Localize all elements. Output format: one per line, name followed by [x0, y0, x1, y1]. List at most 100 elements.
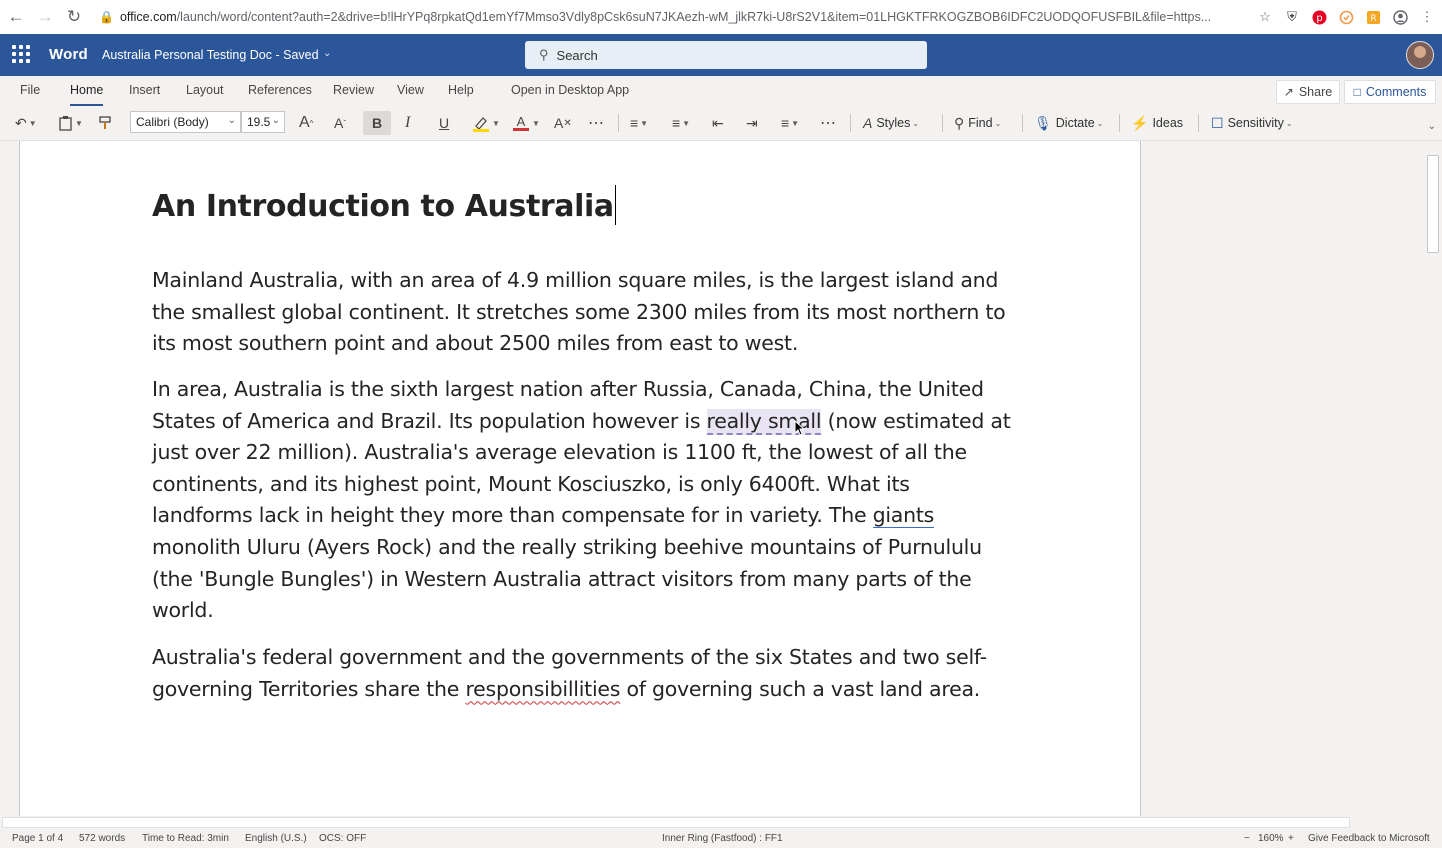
collapse-ribbon-icon[interactable]: ⌄ [1428, 121, 1436, 132]
highlighter-icon[interactable]: ▼ [472, 112, 500, 134]
find-button[interactable]: ⚲ Find ⌄ [954, 112, 1001, 134]
underline-icon[interactable]: U [439, 112, 449, 134]
chevron-down-icon[interactable]: ⌄ [323, 48, 331, 59]
app-launcher-icon[interactable] [12, 45, 30, 63]
svg-text:p: p [1316, 13, 1322, 24]
feedback-link[interactable]: Give Feedback to Microsoft [1308, 833, 1430, 844]
more-font-options-icon[interactable]: ⋯ [588, 112, 604, 134]
format-painter-icon[interactable] [98, 112, 114, 134]
chevron-down-icon: ⌄ [227, 115, 236, 126]
tab-review[interactable]: Review [333, 83, 374, 97]
decrease-indent-icon[interactable]: ⇤ [712, 112, 724, 134]
styles-button[interactable]: A Styles ⌄ [863, 112, 919, 134]
numbering-icon[interactable]: ≡ ▼ [672, 112, 690, 134]
scrollbar-thumb[interactable] [1427, 155, 1439, 253]
align-icon[interactable]: ≡ ▼ [781, 112, 799, 134]
comments-label: Comments [1365, 85, 1427, 99]
zoom-out-icon[interactable]: − [1244, 833, 1250, 844]
word-header: Word Australia Personal Testing Doc - Sa… [0, 34, 1442, 76]
avatar[interactable] [1406, 41, 1434, 69]
ring-info: Inner Ring (Fastfood) : FF1 [662, 833, 783, 844]
vertical-scrollbar[interactable] [1426, 141, 1442, 816]
comments-button[interactable]: □ Comments [1344, 80, 1436, 104]
undo-icon[interactable]: ↶ ▼ [15, 112, 37, 134]
divider [618, 114, 619, 132]
zoom-in-icon[interactable]: + [1288, 833, 1294, 844]
more-paragraph-options-icon[interactable]: ⋯ [820, 112, 836, 134]
shrink-font-icon[interactable]: Aˇ [334, 112, 346, 134]
title-text: An Introduction to Australia [152, 189, 614, 224]
document-canvas[interactable]: An Introduction to Australia Mainland Au… [0, 141, 1442, 816]
ideas-button[interactable]: ⚡ Ideas [1131, 112, 1183, 134]
divider [1198, 114, 1199, 132]
ocs-status: OCS: OFF [319, 833, 367, 844]
search-box[interactable]: ⚲ Search [525, 41, 927, 69]
grow-font-icon[interactable]: A ^ [299, 112, 313, 134]
tab-open-desktop[interactable]: Open in Desktop App [511, 83, 629, 97]
extension-check-icon[interactable] [1337, 8, 1355, 26]
document-name[interactable]: Australia Personal Testing Doc - Saved [102, 48, 319, 62]
grammar-suggestion-highlight[interactable]: really small [706, 408, 822, 435]
bullets-icon[interactable]: ≡ ▼ [630, 112, 648, 134]
paragraph-2-text: monolith Uluru (Ayers Rock) and the real… [152, 534, 982, 623]
clear-formatting-icon[interactable]: A ✕ [554, 112, 572, 134]
forward-icon[interactable]: → [32, 4, 58, 30]
horizontal-scrollbar[interactable] [0, 816, 1442, 828]
pinterest-icon[interactable]: p [1310, 8, 1328, 26]
sensitivity-label: Sensitivity [1227, 116, 1284, 130]
scrollbar-thumb[interactable] [2, 817, 1350, 828]
paragraph-3[interactable]: Australia's federal government and the g… [152, 642, 1012, 705]
grammar-underline[interactable]: giants [872, 503, 934, 529]
styles-label: Styles [876, 116, 911, 130]
bold-button[interactable]: B [363, 111, 391, 135]
page-count[interactable]: Page 1 of 4 [12, 833, 63, 844]
status-bar: Page 1 of 4 572 words Time to Read: 3min… [0, 829, 1442, 848]
language[interactable]: English (U.S.) [245, 833, 307, 844]
reload-icon[interactable]: ↻ [61, 4, 87, 30]
divider [850, 114, 851, 132]
tab-file[interactable]: File [20, 83, 40, 97]
paragraph-2[interactable]: In area, Australia is the sixth largest … [152, 374, 1012, 627]
font-size-select[interactable]: 19.5 ⌄ [241, 111, 285, 133]
document-title[interactable]: An Introduction to Australia [152, 185, 616, 225]
profile-icon[interactable] [1391, 8, 1409, 26]
tab-help[interactable]: Help [448, 83, 474, 97]
paste-icon[interactable]: ▼ [58, 112, 83, 134]
zoom-level[interactable]: 160% [1258, 833, 1284, 844]
app-name[interactable]: Word [49, 46, 88, 63]
address-bar[interactable]: office.com/launch/word/content?auth=2&dr… [120, 10, 1220, 24]
tab-home[interactable]: Home [70, 83, 104, 106]
font-color-icon[interactable]: A ▼ [512, 112, 540, 134]
star-icon[interactable]: ☆ [1256, 8, 1274, 26]
search-icon: ⚲ [954, 114, 965, 131]
browser-menu-icon[interactable]: ⋮ [1418, 8, 1436, 26]
dictate-button[interactable]: 🎙 Dictate ⌄ [1034, 112, 1103, 134]
ribbon-toolbar: ↶ ▼ ▼ Calibri (Body) ⌄ 19.5 ⌄ A ^ Aˇ B I U ▼… [0, 106, 1442, 141]
mouse-cursor-icon [794, 420, 804, 436]
word-count[interactable]: 572 words [79, 833, 125, 844]
share-label: Share [1298, 85, 1333, 99]
back-icon[interactable]: ← [3, 4, 29, 30]
share-button[interactable]: ↗ Share [1276, 80, 1340, 104]
extension-orange-icon[interactable]: R [1364, 8, 1382, 26]
italic-icon[interactable]: I [405, 112, 410, 134]
text-caret [614, 185, 616, 225]
font-name-select[interactable]: Calibri (Body) ⌄ [130, 111, 241, 133]
search-placeholder: Search [556, 47, 598, 63]
increase-indent-icon[interactable]: ⇥ [746, 112, 758, 134]
tab-layout[interactable]: Layout [186, 83, 224, 97]
divider [1119, 114, 1120, 132]
divider [942, 114, 943, 132]
tab-view[interactable]: View [397, 83, 424, 97]
bold-icon: B [371, 115, 383, 131]
chevron-down-icon: ⌄ [271, 115, 280, 126]
tab-references[interactable]: References [248, 83, 312, 97]
lightning-icon: ⚡ [1131, 114, 1149, 131]
comment-icon: □ [1353, 85, 1361, 99]
document-page[interactable]: An Introduction to Australia Mainland Au… [19, 141, 1141, 816]
spelling-error[interactable]: responsibillities [465, 677, 620, 701]
extension-shield-icon[interactable]: ⛨ [1283, 8, 1301, 26]
paragraph-1[interactable]: Mainland Australia, with an area of 4.9 … [152, 265, 1012, 360]
tab-insert[interactable]: Insert [129, 83, 160, 97]
sensitivity-button[interactable]: ☐ Sensitivity ⌄ [1211, 112, 1293, 134]
